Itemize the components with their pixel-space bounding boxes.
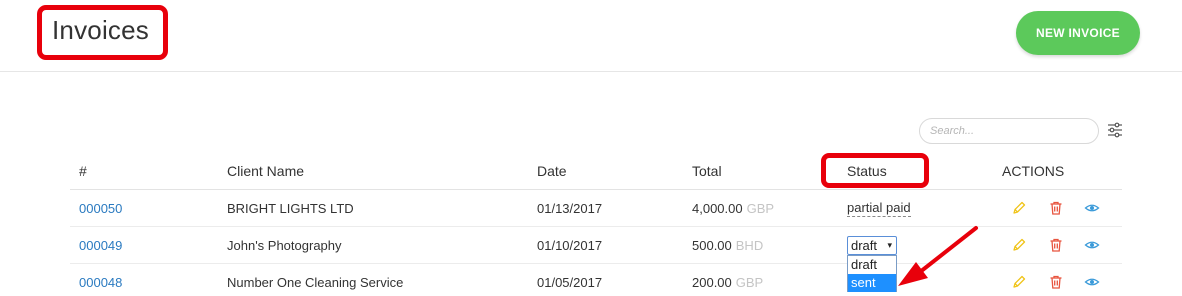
- currency-code: GBP: [746, 201, 775, 216]
- currency-code: GBP: [735, 275, 764, 290]
- invoice-total: 500.00 BHD: [692, 238, 763, 253]
- delete-icon[interactable]: [1048, 274, 1064, 290]
- invoice-total: 4,000.00 GBP: [692, 201, 774, 216]
- edit-icon[interactable]: [1011, 200, 1027, 216]
- status-option-sent[interactable]: sent: [848, 274, 896, 292]
- client-name: Number One Cleaning Service: [227, 275, 404, 290]
- status-highlight-annotation: [821, 153, 929, 188]
- status-option-draft[interactable]: draft: [848, 256, 896, 274]
- invoice-date: 01/05/2017: [537, 275, 603, 290]
- arrow-annotation: [898, 226, 978, 286]
- view-icon[interactable]: [1084, 237, 1100, 253]
- total-amount: 200.00: [692, 275, 732, 290]
- client-name: John's Photography: [227, 238, 342, 253]
- status-select-value: draft: [851, 238, 878, 253]
- view-icon[interactable]: [1084, 200, 1100, 216]
- edit-icon[interactable]: [1011, 237, 1027, 253]
- title-highlight-annotation: [37, 5, 168, 60]
- invoice-number-link[interactable]: 000049: [79, 238, 122, 253]
- invoice-date: 01/13/2017: [537, 201, 603, 216]
- column-header-total: Total: [692, 163, 722, 179]
- column-header-actions: ACTIONS: [1002, 163, 1065, 179]
- filter-icon[interactable]: [1107, 122, 1123, 138]
- total-amount: 500.00: [692, 238, 732, 253]
- new-invoice-button[interactable]: NEW INVOICE: [1016, 11, 1140, 55]
- view-icon[interactable]: [1084, 274, 1100, 290]
- invoice-number-link[interactable]: 000048: [79, 275, 122, 290]
- client-name: BRIGHT LIGHTS LTD: [227, 201, 354, 216]
- currency-code: BHD: [735, 238, 764, 253]
- delete-icon[interactable]: [1048, 237, 1064, 253]
- invoice-date: 01/10/2017: [537, 238, 603, 253]
- column-header-number: #: [79, 163, 87, 179]
- status-editable[interactable]: partial paid: [847, 200, 911, 217]
- search-input[interactable]: [919, 118, 1099, 144]
- total-amount: 4,000.00: [692, 201, 743, 216]
- invoice-total: 200.00 GBP: [692, 275, 763, 290]
- delete-icon[interactable]: [1048, 200, 1064, 216]
- column-header-date: Date: [537, 163, 567, 179]
- column-header-client: Client Name: [227, 163, 305, 179]
- invoice-number-link[interactable]: 000050: [79, 201, 122, 216]
- edit-icon[interactable]: [1011, 274, 1027, 290]
- page-header: Invoices NEW INVOICE: [0, 0, 1182, 72]
